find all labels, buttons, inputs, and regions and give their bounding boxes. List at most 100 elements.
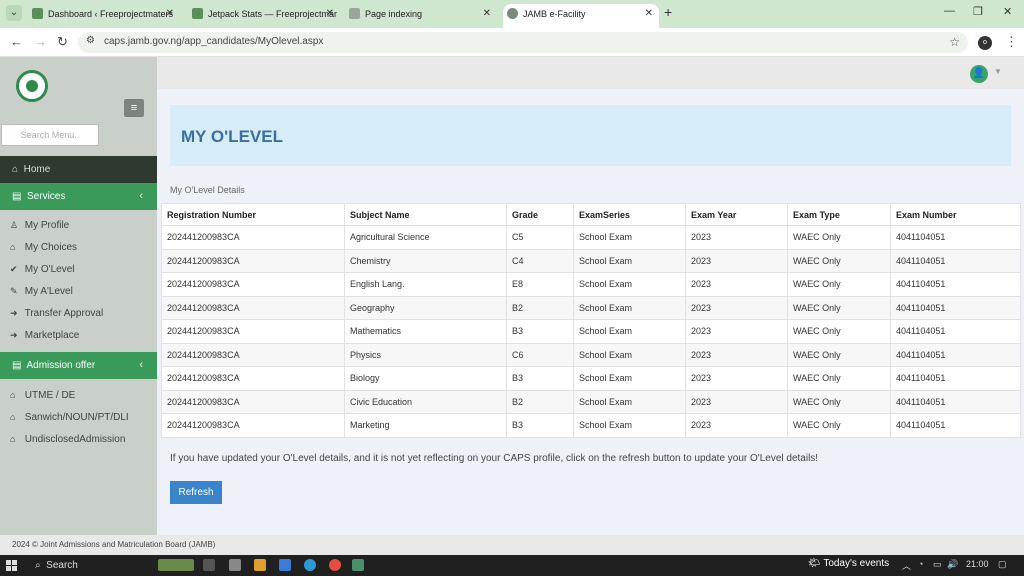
table-cell: School Exam (573, 225, 686, 250)
table-cell: 202441200983CA (161, 389, 345, 414)
search-menu-input[interactable]: Search Menu.. (1, 124, 99, 146)
table-row: 202441200983CA Marketing B3 School Exam 2023… (161, 413, 1021, 438)
table-cell: Physics (344, 342, 507, 367)
tab-search-button[interactable]: ⌄ (6, 5, 22, 21)
mail-icon[interactable] (279, 559, 291, 571)
tab-jamb-efacility[interactable]: JAMB e-Facility ✕ (503, 4, 659, 28)
table-cell: WAEC Only (787, 248, 891, 273)
table-cell: 4041104051 (890, 366, 1021, 391)
sidebar-item-sandwich[interactable]: ⌂ Sanwich/NOUN/PT/DLI (10, 412, 129, 423)
tab-dashboard[interactable]: Dashboard ‹ Freeprojectmaters ✕ (28, 4, 180, 28)
sidebar-item-my-olevel[interactable]: ✔ My O'Level (10, 264, 74, 275)
volume-icon[interactable]: 🔊 (947, 559, 958, 570)
table-cell: WAEC Only (787, 342, 891, 367)
refresh-button[interactable]: Refresh (170, 481, 222, 504)
tab-page-indexing[interactable]: Page indexing ✕ (345, 4, 497, 28)
hamburger-menu-icon[interactable]: ≡ (124, 99, 144, 117)
tab-title: Dashboard ‹ Freeprojectmaters (48, 9, 174, 19)
task-view-icon[interactable] (203, 559, 215, 571)
landscape-widget-icon[interactable] (158, 559, 194, 571)
back-arrow-icon[interactable]: ← (10, 34, 23, 49)
new-tab-button[interactable]: + (664, 4, 672, 20)
chevron-left-icon: ‹ (139, 190, 143, 202)
table-cell: B2 (506, 295, 574, 320)
user-avatar-icon[interactable]: 👤 (970, 65, 988, 83)
arrow-circle-icon: ➜ (10, 308, 18, 318)
table-cell: 2023 (685, 272, 788, 297)
sidebar-item-my-choices[interactable]: ⌂ My Choices (10, 242, 77, 253)
battery-icon[interactable]: ▭ (933, 559, 942, 570)
today-events[interactable]: 🌤 Today's events (808, 558, 889, 569)
table-cell: School Exam (573, 366, 686, 391)
close-window-icon[interactable]: ✕ (1003, 5, 1012, 18)
table-cell: School Exam (573, 319, 686, 344)
table-cell: WAEC Only (787, 413, 891, 438)
sidebar-item-label: Sanwich/NOUN/PT/DLI (24, 412, 129, 423)
weather-icon: 🌤 (808, 558, 821, 569)
taskbar-search-label: Search (46, 560, 78, 571)
tab-jetpack-stats[interactable]: Jetpack Stats — Freeprojectmar ✕ (188, 4, 340, 28)
sidebar-item-undisclosed-admission[interactable]: ⌂ UndisclosedAdmission (10, 434, 125, 445)
institution-icon: ⌂ (10, 390, 16, 400)
search-console-favicon-icon (349, 8, 360, 19)
more-menu-icon[interactable]: ⋮ (1005, 34, 1018, 50)
app-icon[interactable] (352, 559, 364, 571)
table-cell: 202441200983CA (161, 225, 345, 250)
table-cell: 2023 (685, 295, 788, 320)
bookmark-star-icon[interactable]: ☆ (949, 35, 960, 49)
chevron-up-icon[interactable]: ︿ (902, 559, 911, 572)
home-icon: ⌂ (12, 164, 19, 175)
table-cell: 2023 (685, 366, 788, 391)
table-cell: 202441200983CA (161, 295, 345, 320)
today-events-label: Today's events (823, 558, 890, 569)
sidebar-item-label: My Choices (24, 242, 78, 253)
reload-icon[interactable]: ↻ (57, 34, 68, 50)
edge-icon[interactable] (304, 559, 316, 571)
minimize-icon[interactable]: — (944, 5, 955, 17)
sidebar: ≡ Search Menu.. ⌂ Home ▤ Services ‹ ♙ My… (0, 57, 157, 535)
url-text[interactable]: caps.jamb.gov.ng/app_candidates/MyOlevel… (104, 36, 323, 47)
close-icon[interactable]: ✕ (166, 4, 174, 24)
clock[interactable]: 21:00 (966, 559, 989, 569)
table-cell: Agricultural Science (344, 225, 507, 250)
edit-icon: ✎ (10, 286, 18, 296)
close-icon[interactable]: ✕ (326, 4, 334, 24)
notifications-icon[interactable]: ▢ (998, 559, 1007, 570)
browser-toolbar: ← → ↻ ⚙ caps.jamb.gov.ng/app_candidates/… (0, 28, 1024, 57)
sidebar-item-marketplace[interactable]: ➜ Marketplace (10, 330, 79, 341)
tab-title: Jetpack Stats — Freeprojectmar (208, 9, 338, 19)
table-cell: 2023 (685, 248, 788, 273)
table-cell: 4041104051 (890, 389, 1021, 414)
close-icon[interactable]: ✕ (483, 4, 491, 24)
sidebar-item-utme-de[interactable]: ⌂ UTME / DE (10, 390, 75, 401)
table-cell: Biology (344, 366, 507, 391)
sidebar-item-my-profile[interactable]: ♙ My Profile (10, 220, 69, 231)
site-info-icon[interactable]: ⚙ (86, 35, 95, 46)
restore-icon[interactable]: ❐ (973, 5, 983, 18)
table-cell: School Exam (573, 272, 686, 297)
table-cell: C4 (506, 248, 574, 273)
table-cell: B3 (506, 366, 574, 391)
sidebar-item-home[interactable]: ⌂ Home (0, 156, 157, 183)
forward-arrow-icon[interactable]: → (34, 34, 47, 49)
table-cell: WAEC Only (787, 319, 891, 344)
table-row: 202441200983CA Chemistry C4 School Exam 2023… (161, 248, 1021, 273)
sidebar-item-my-alevel[interactable]: ✎ My A'Level (10, 286, 73, 297)
sidebar-section-services[interactable]: ▤ Services ‹ (0, 183, 157, 210)
sidebar-section-label: Admission offer (26, 360, 96, 371)
table-cell: 202441200983CA (161, 248, 345, 273)
widgets-icon[interactable] (229, 559, 241, 571)
user-icon: ♙ (10, 220, 19, 230)
windows-start-icon[interactable] (6, 560, 17, 571)
browser-profile-avatar[interactable]: o (978, 36, 992, 50)
list-icon: ▤ (12, 191, 22, 202)
sidebar-item-transfer-approval[interactable]: ➜ Transfer Approval (10, 308, 103, 319)
file-explorer-icon[interactable] (254, 559, 266, 571)
chrome-icon[interactable] (329, 559, 341, 571)
address-bar[interactable]: ⚙ caps.jamb.gov.ng/app_candidates/MyOlev… (78, 32, 968, 53)
wifi-icon[interactable]: ◔ (918, 559, 923, 569)
table-cell: 4041104051 (890, 248, 1021, 273)
sidebar-section-admission-offer[interactable]: ▤ Admission offer ‹ (0, 352, 157, 379)
chevron-down-icon[interactable]: ▼ (994, 67, 1002, 76)
close-icon[interactable]: ✕ (645, 4, 653, 24)
